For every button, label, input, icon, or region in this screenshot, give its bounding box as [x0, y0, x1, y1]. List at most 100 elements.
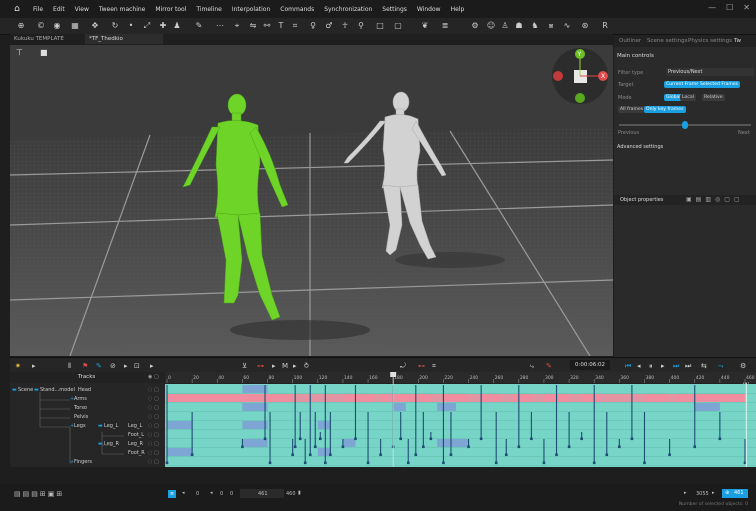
walk-icon[interactable]: ♀ [308, 21, 318, 31]
track-row[interactable]: Pelvis ◌ ▢ [10, 413, 165, 422]
keyframe-marker[interactable] [494, 461, 498, 465]
link-icon[interactable]: ⚯ [262, 21, 272, 31]
keyframe-marker[interactable] [379, 453, 382, 457]
object-properties-title[interactable]: Object properties [620, 195, 663, 205]
gear-icon[interactable]: ⚙ [470, 21, 480, 31]
keyframe-marker[interactable] [668, 453, 671, 457]
keyframe-marker[interactable] [555, 453, 558, 457]
next-key-icon[interactable]: ⏭ [673, 362, 680, 370]
mirror-icon[interactable]: ⇋ [248, 21, 258, 31]
arrow-right-icon-4[interactable]: ▸ [272, 362, 276, 370]
track-segment[interactable] [242, 385, 268, 393]
speed-icon[interactable]: ⤳ [718, 362, 724, 370]
keyframe-mode-icon[interactable]: ≡ [168, 490, 176, 498]
keyframe-marker[interactable] [318, 437, 322, 441]
keyframe-marker[interactable] [449, 453, 453, 457]
playhead-handle[interactable] [390, 372, 397, 377]
body-icon[interactable]: ♙ [500, 21, 510, 31]
track-visibility-toggle-icon[interactable]: ◌ ▢ [148, 440, 159, 449]
tab-physics-settings[interactable]: Physics settings [688, 35, 732, 47]
square-icon[interactable]: ▢ [393, 21, 403, 31]
keyframe-marker[interactable] [241, 445, 244, 449]
tab-template[interactable]: Kukuku TEMPLATE [10, 34, 88, 44]
keyframe-marker[interactable] [479, 437, 483, 441]
pose-set-icon[interactable]: ♂ [324, 21, 334, 31]
torso-segment[interactable] [242, 403, 268, 411]
step-right-icon[interactable]: ▸ [684, 490, 687, 496]
bones-icon[interactable]: ☗ [514, 21, 524, 31]
keyframe-marker[interactable] [165, 461, 169, 465]
paint-icon[interactable]: ✎ [194, 21, 204, 31]
target-current-frame-button[interactable]: Current Frame [664, 81, 702, 88]
time-display[interactable]: 0:00:06:02 [575, 360, 605, 370]
graph-icon[interactable]: ⊶ [257, 362, 264, 370]
play-icon[interactable]: ▸ [661, 362, 665, 370]
keyframe-marker[interactable] [329, 453, 332, 457]
flag-icon[interactable]: ⚑ [82, 362, 88, 370]
menu-mirror-tool[interactable]: Mirror tool [150, 6, 191, 13]
step-back-icon[interactable]: ◂ [182, 490, 185, 496]
frame-start-field[interactable]: 0 [196, 491, 199, 497]
copy-icon[interactable]: © [36, 21, 46, 31]
track-segment[interactable] [167, 448, 193, 456]
pose-add-icon[interactable]: ☥ [340, 21, 350, 31]
sub-expand-icon[interactable]: ▬ [98, 440, 103, 449]
record-mark-icon[interactable]: ⊡ [134, 362, 140, 370]
keyframe-marker[interactable] [298, 437, 302, 441]
keyframe-marker[interactable] [354, 437, 357, 441]
menu-view[interactable]: View [70, 6, 94, 13]
maximize-icon[interactable]: ☐ [726, 3, 733, 12]
track-segment[interactable] [342, 439, 356, 447]
viewport-menu-icon[interactable]: ⊤ [16, 48, 23, 57]
main-controls-header[interactable]: Main controls [617, 53, 654, 59]
pivot-icon[interactable]: ◉ [52, 21, 62, 31]
track-visibility-toggle-icon[interactable]: ◌ ▢ [148, 413, 159, 422]
arrow-right-icon-2[interactable]: ▸ [124, 362, 128, 370]
track-subsub[interactable]: Leg_L [128, 422, 142, 431]
menu-interpolation[interactable]: Interpolation [227, 6, 275, 13]
dots-icon[interactable]: ⋯ [215, 21, 225, 31]
track-segment[interactable] [437, 439, 469, 447]
keyframe-marker[interactable] [313, 445, 317, 449]
track-name[interactable]: Torso [74, 404, 87, 413]
sub-expand-icon[interactable]: ▬ [98, 422, 103, 431]
tween-slider-thumb[interactable] [682, 121, 688, 129]
rotate-icon[interactable]: ↻ [110, 21, 120, 31]
menu-synchronization[interactable]: Synchronization [319, 6, 377, 13]
timeline-canvas[interactable]: 0 20 40 60 80 100 120 140 160 180 200 220 240 260 280 3… [165, 372, 756, 467]
scale-icon[interactable]: ⤢ [142, 21, 152, 31]
track-name[interactable]: Pelvis [74, 413, 88, 422]
keyframe-marker[interactable] [422, 445, 425, 449]
keyframe-marker[interactable] [504, 453, 508, 457]
track-row[interactable]: ▬ Leg_R Leg_R ◌ ▢ [10, 440, 165, 449]
track-model[interactable]: Stand...model [40, 386, 75, 395]
keyframe-marker[interactable] [542, 461, 546, 465]
timeline-tools-icon[interactable]: ⊻ [242, 362, 247, 370]
keyframe-marker[interactable] [268, 461, 272, 465]
keyframe-marker[interactable] [530, 437, 533, 441]
figure-icon[interactable]: ♟ [172, 21, 182, 31]
menu-timeline[interactable]: Timeline [191, 6, 227, 13]
track-segment[interactable] [393, 403, 406, 411]
keyframe-marker[interactable] [718, 437, 722, 441]
tool-b-icon[interactable]: ✎ [546, 362, 552, 370]
advanced-settings-header[interactable]: Advanced settings [617, 144, 663, 150]
track-scene[interactable]: Scene [18, 386, 33, 395]
track-row[interactable]: + Legs ▬ Leg_L Leg_L ◌ ▢ [10, 422, 165, 431]
close-icon[interactable]: ✕ [743, 3, 750, 12]
transform-icon[interactable]: T [276, 21, 286, 31]
track-subsub[interactable]: Foot_R [128, 449, 145, 458]
track-segment[interactable] [242, 421, 268, 429]
all-frames-button[interactable]: All frames [618, 106, 646, 113]
frame-a-field[interactable]: 0 [220, 491, 223, 497]
globe-icon[interactable]: ⊕ [16, 21, 26, 31]
track-name[interactable]: Arms [74, 395, 87, 404]
keyframe-marker[interactable] [303, 461, 307, 465]
home-icon[interactable]: ⌂ [10, 2, 24, 16]
track-segment[interactable] [317, 421, 331, 429]
scene-expand-icon[interactable]: ▬ [12, 386, 17, 395]
gizmo-neg-x-axis[interactable] [553, 71, 563, 81]
track-visibility-toggle-icon[interactable]: ◌ ▢ [148, 404, 159, 413]
object-properties-tools-icon[interactable]: ▣▤▥◎▢▢ [686, 195, 744, 205]
track-row[interactable]: + Arms ◌ ▢ [10, 395, 165, 404]
